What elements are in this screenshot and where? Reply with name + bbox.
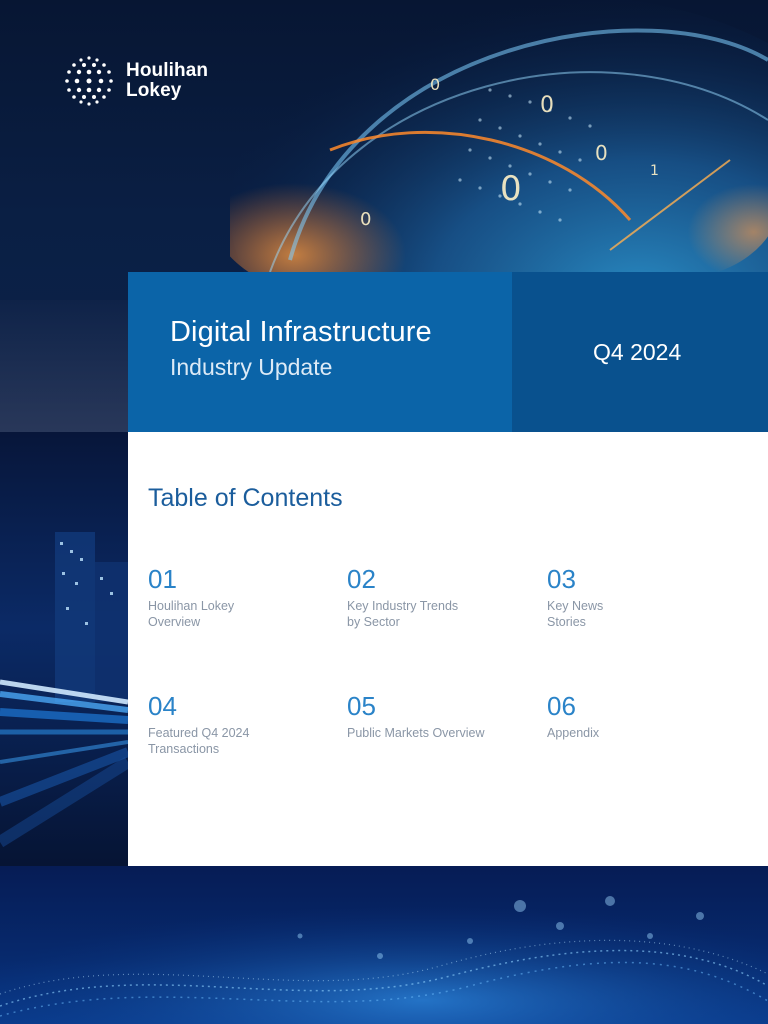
company-name-line1: Houlihan — [126, 60, 209, 81]
toc-item-06[interactable]: 06 Appendix — [547, 691, 717, 742]
svg-text:0: 0 — [500, 169, 522, 209]
toc-heading: Table of Contents — [148, 484, 343, 512]
toc-item-label: Key News Stories — [547, 599, 604, 629]
city-lights-image — [0, 432, 128, 866]
report-title-block: Digital Infrastructure Industry Update — [128, 272, 512, 432]
light-trails-art — [0, 432, 128, 866]
toc-item-number: 04 — [148, 691, 177, 721]
toc-item-label: Houlihan Lokey Overview — [148, 599, 235, 629]
globe-dots-icon — [65, 56, 113, 106]
toc-item-05[interactable]: 05 Public Markets Overview — [347, 691, 517, 742]
digital-globe-image: 0 0 0 0 0 1 — [230, 0, 768, 272]
particle-wave-art — [0, 866, 768, 1024]
report-period: Q4 2024 — [593, 339, 682, 365]
toc-item-number: 05 — [347, 691, 376, 721]
svg-text:1: 1 — [650, 163, 659, 179]
company-name-line2: Lokey — [126, 80, 182, 101]
svg-text:0: 0 — [540, 93, 554, 118]
hero-shadow — [0, 300, 130, 432]
toc-item-label: Appendix — [547, 726, 600, 740]
company-logo: Houlihan Lokey — [62, 54, 208, 108]
table-of-contents: Table of Contents 01 Houlihan Lokey Over… — [128, 432, 768, 866]
toc-item-03[interactable]: 03 Key News Stories — [547, 564, 717, 630]
toc-item-label: Featured Q4 2024 Transactions — [148, 726, 250, 756]
cover-hero: 0 0 0 0 0 1 Houlihan Lokey Digital Infra… — [0, 0, 768, 432]
toc-item-04[interactable]: 04 Featured Q4 2024 Transactions — [148, 691, 318, 757]
report-subtitle: Industry Update — [170, 354, 333, 380]
toc-item-number: 03 — [547, 564, 576, 594]
svg-text:0: 0 — [595, 141, 608, 165]
toc-item-label: Public Markets Overview — [347, 726, 485, 740]
toc-item-number: 02 — [347, 564, 376, 594]
toc-item-01[interactable]: 01 Houlihan Lokey Overview — [148, 564, 318, 630]
particle-wave-image — [0, 866, 768, 1024]
report-period-block: Q4 2024 — [512, 272, 768, 432]
toc-item-02[interactable]: 02 Key Industry Trends by Sector — [347, 564, 517, 630]
svg-text:0: 0 — [430, 75, 440, 94]
toc-item-number: 01 — [148, 564, 177, 594]
svg-text:0: 0 — [360, 209, 371, 230]
toc-item-number: 06 — [547, 691, 576, 721]
report-title: Digital Infrastructure — [170, 316, 432, 348]
company-name: Houlihan Lokey — [126, 61, 208, 101]
toc-item-label: Key Industry Trends by Sector — [347, 599, 459, 629]
